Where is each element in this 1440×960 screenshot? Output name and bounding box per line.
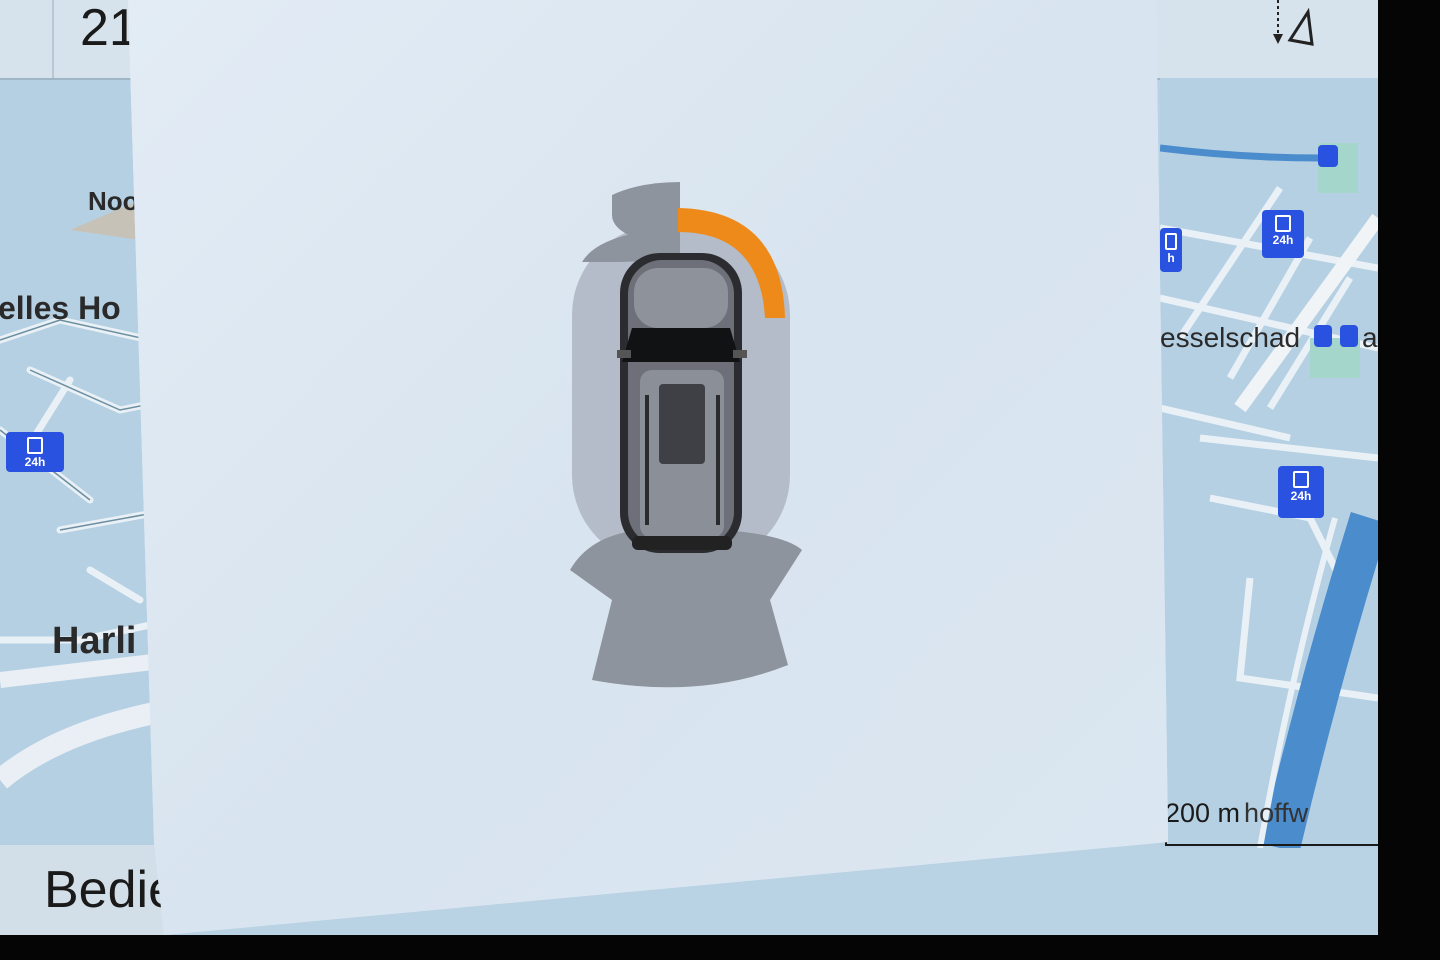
- scale-bar: [1165, 838, 1378, 846]
- parking-sensor-view: [128, 0, 1168, 935]
- poi-badge: 24h: [1273, 233, 1294, 247]
- map-label: hoffw: [1244, 798, 1308, 828]
- parking-poi[interactable]: [1314, 325, 1332, 347]
- screen-bezel: [0, 935, 1440, 960]
- map-label: Harli: [52, 620, 136, 663]
- parking-poi[interactable]: [1340, 325, 1358, 347]
- fuel-pump-icon: [27, 437, 43, 454]
- parking-sensor-panel: [128, 0, 1168, 935]
- poi-badge: 24h: [25, 455, 46, 469]
- poi-badge: h: [1167, 251, 1174, 265]
- fuel-pump-icon: [1165, 233, 1177, 250]
- fuel-pump-icon: [1293, 471, 1309, 488]
- map-label: esselschad: [1160, 322, 1300, 354]
- north-arrow-icon[interactable]: [1268, 0, 1318, 50]
- map-right[interactable]: [1160, 78, 1378, 848]
- fuel-station-poi[interactable]: h: [1160, 228, 1182, 272]
- map-label: a: [1362, 322, 1378, 354]
- fuel-station-poi[interactable]: 24h: [1262, 210, 1304, 258]
- sensor-zone-rear-inner: [592, 600, 788, 687]
- screen-bezel: [1378, 0, 1440, 960]
- infotainment-screen: 21 Noo elles Ho Harli 24h: [0, 0, 1378, 945]
- poi-badge: 24h: [1291, 489, 1312, 503]
- divider: [52, 0, 54, 78]
- map-label: elles Ho: [0, 290, 121, 327]
- scale-label: 200 m: [1165, 798, 1240, 828]
- fuel-pump-icon: [1275, 215, 1291, 232]
- map-label: Noo: [88, 186, 139, 217]
- fuel-station-poi[interactable]: 24h: [6, 432, 64, 472]
- car-top-view-icon: [617, 253, 747, 553]
- fuel-station-poi[interactable]: 24h: [1278, 466, 1324, 518]
- parking-poi[interactable]: [1318, 145, 1338, 167]
- map-scale: 200 mhoffw: [1165, 798, 1308, 829]
